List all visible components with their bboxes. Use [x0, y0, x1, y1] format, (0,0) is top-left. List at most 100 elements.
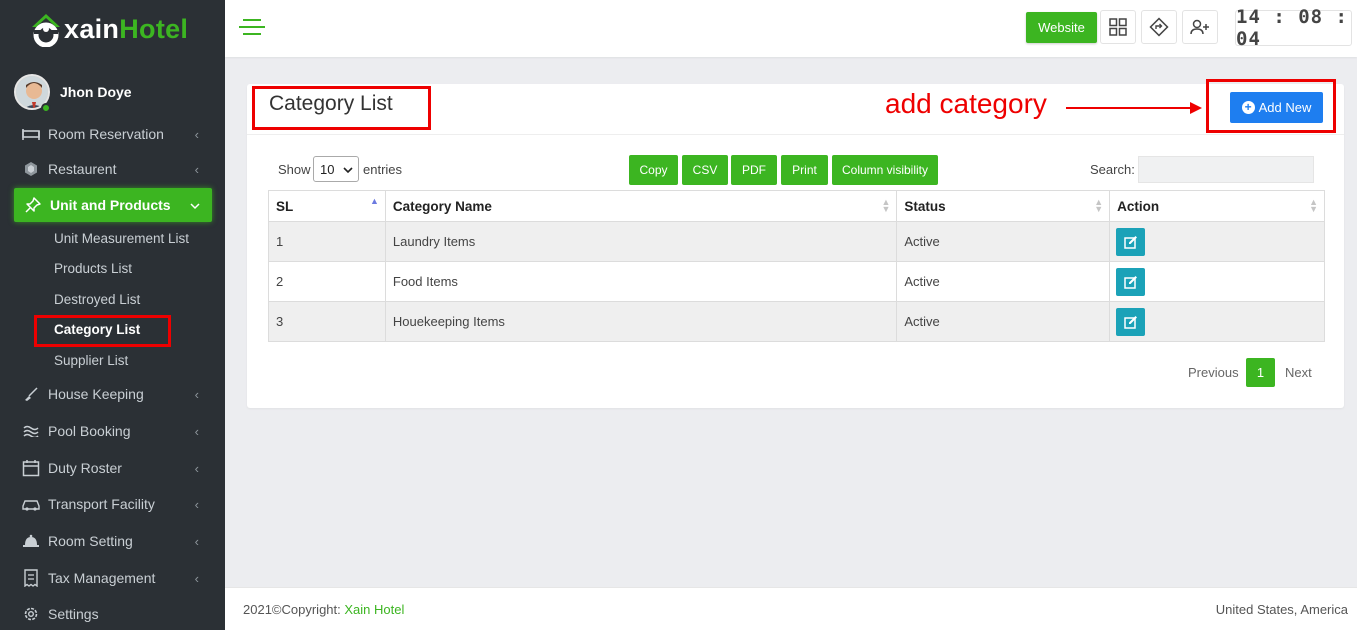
pagination-next[interactable]: Next: [1285, 365, 1312, 380]
sidebar-item-label: Tax Management: [48, 570, 156, 586]
car-icon: [20, 497, 42, 511]
sidebar-item-label: Settings: [48, 606, 99, 622]
add-user-button[interactable]: [1182, 10, 1218, 44]
sort-icon: ▲ ▼: [1309, 197, 1318, 214]
page-length-select[interactable]: 10: [313, 156, 359, 182]
sidebar-item-unit-and-products[interactable]: Unit and Products: [14, 188, 212, 222]
sidebar-item-label: Restaurent: [48, 161, 117, 177]
table-row: 1 Laundry Items Active: [268, 221, 1325, 262]
sidebar-subitem-unit-measurement-list[interactable]: Unit Measurement List: [54, 231, 189, 246]
card-header-divider: [247, 134, 1344, 135]
chevron-left-icon: ‹: [194, 496, 199, 512]
highlight-outline-category-list: [34, 315, 171, 347]
waves-icon: [20, 425, 42, 437]
sidebar-item-label: Room Setting: [48, 533, 133, 549]
annotation-arrow-line: [1066, 107, 1194, 109]
cell-status: Active: [896, 261, 1111, 302]
sidebar-item-room-reservation[interactable]: Room Reservation ‹: [0, 117, 225, 151]
sidebar-item-tax-management[interactable]: Tax Management ‹: [0, 561, 225, 595]
sidebar-item-label: Unit and Products: [50, 197, 171, 213]
sort-icon: ▲ ▼: [1094, 197, 1104, 214]
sidebar-item-label: Transport Facility: [48, 496, 155, 512]
csv-button[interactable]: CSV: [682, 155, 728, 185]
cell-action: [1109, 261, 1325, 302]
print-button[interactable]: Print: [781, 155, 828, 185]
chevron-left-icon: ‹: [194, 423, 199, 439]
edit-button[interactable]: [1116, 227, 1146, 256]
cell-category-name: Food Items: [384, 261, 898, 302]
gear-icon: [20, 605, 42, 623]
cell-status: Active: [896, 221, 1111, 262]
sidebar-item-settings[interactable]: Settings: [0, 597, 225, 630]
sidebar-item-restaurent[interactable]: Restaurent ‹: [0, 152, 225, 186]
column-header-category-name[interactable]: Category Name ▲ ▼: [384, 190, 898, 222]
sidebar: xainHotel Jhon Doye Room Reservation ‹ R…: [0, 0, 225, 630]
apps-grid-button[interactable]: [1100, 10, 1136, 44]
column-visibility-button[interactable]: Column visibility: [832, 155, 938, 185]
chevron-down-icon: [190, 198, 200, 213]
copy-button[interactable]: Copy: [629, 155, 678, 185]
online-status-dot: [41, 103, 51, 113]
edit-icon: [1123, 275, 1137, 289]
column-header-sl[interactable]: SL ▲: [268, 190, 386, 222]
pagination-previous[interactable]: Previous: [1188, 365, 1239, 380]
cell-category-name: Houekeeping Items: [384, 301, 898, 342]
user-panel[interactable]: Jhon Doye: [14, 74, 132, 110]
sort-icon: ▲ ▼: [881, 197, 891, 214]
edit-icon: [1123, 235, 1137, 249]
cell-sl: 3: [268, 301, 386, 342]
sidebar-item-house-keeping[interactable]: House Keeping ‹: [0, 377, 225, 411]
directions-button[interactable]: [1141, 10, 1177, 44]
column-header-action[interactable]: Action ▲ ▼: [1109, 190, 1325, 222]
pin-icon: [22, 196, 44, 214]
directions-icon: [1149, 17, 1169, 37]
cell-status: Active: [896, 301, 1111, 342]
house-logo-icon: [32, 14, 60, 47]
entries-label: entries: [363, 162, 403, 177]
sidebar-item-duty-roster[interactable]: Duty Roster ‹: [0, 451, 225, 485]
calendar-icon: [20, 459, 42, 477]
add-new-button[interactable]: + Add New: [1230, 92, 1323, 123]
column-header-status[interactable]: Status ▲ ▼: [896, 190, 1111, 222]
annotation-arrow-head: [1190, 102, 1202, 114]
chevron-down-icon: [343, 162, 353, 177]
sidebar-item-transport-facility[interactable]: Transport Facility ‹: [0, 487, 225, 521]
sort-asc-icon: ▲: [369, 196, 379, 206]
chevron-left-icon: ‹: [194, 386, 199, 402]
app-logo[interactable]: xainHotel: [28, 8, 188, 50]
receipt-icon: [20, 569, 42, 587]
grid-icon: [1109, 18, 1127, 36]
cell-category-name: Laundry Items: [384, 221, 898, 262]
highlight-outline-title: [252, 86, 431, 130]
show-label: Show: [278, 162, 311, 177]
website-button[interactable]: Website: [1026, 12, 1097, 43]
bed-icon: [20, 127, 42, 141]
search-label: Search:: [1090, 162, 1135, 177]
footer-brand-link[interactable]: Xain Hotel: [344, 602, 404, 617]
sidebar-item-room-setting[interactable]: Room Setting ‹: [0, 524, 225, 558]
edit-button[interactable]: [1116, 307, 1146, 336]
cell-action: [1109, 301, 1325, 342]
table-header-row: SL ▲ Category Name ▲ ▼ Status ▲ ▼ Action ▲ ▼: [268, 190, 1325, 222]
pagination-page-1[interactable]: 1: [1246, 358, 1275, 387]
sidebar-item-pool-booking[interactable]: Pool Booking ‹: [0, 414, 225, 448]
menu-toggle-icon[interactable]: [239, 18, 265, 38]
page-length-value: 10: [320, 161, 335, 177]
hexagon-icon: [20, 161, 42, 177]
cell-action: [1109, 221, 1325, 262]
search-input[interactable]: [1138, 156, 1314, 183]
annotation-label: add category: [885, 88, 1047, 119]
chevron-left-icon: ‹: [194, 533, 199, 549]
edit-button[interactable]: [1116, 267, 1146, 296]
sidebar-subitem-supplier-list[interactable]: Supplier List: [54, 353, 128, 368]
add-user-icon: [1190, 19, 1209, 35]
sidebar-item-label: Room Reservation: [48, 126, 164, 142]
sidebar-subitem-destroyed-list[interactable]: Destroyed List: [54, 292, 140, 307]
pdf-button[interactable]: PDF: [731, 155, 777, 185]
logo-text: xainHotel: [64, 13, 189, 44]
edit-icon: [1123, 315, 1137, 329]
sidebar-subitem-products-list[interactable]: Products List: [54, 261, 132, 276]
category-table: SL ▲ Category Name ▲ ▼ Status ▲ ▼ Action ▲ ▼ 1 …: [268, 190, 1325, 342]
chevron-left-icon: ‹: [194, 570, 199, 586]
footer-location: United States, America: [1215, 602, 1348, 617]
